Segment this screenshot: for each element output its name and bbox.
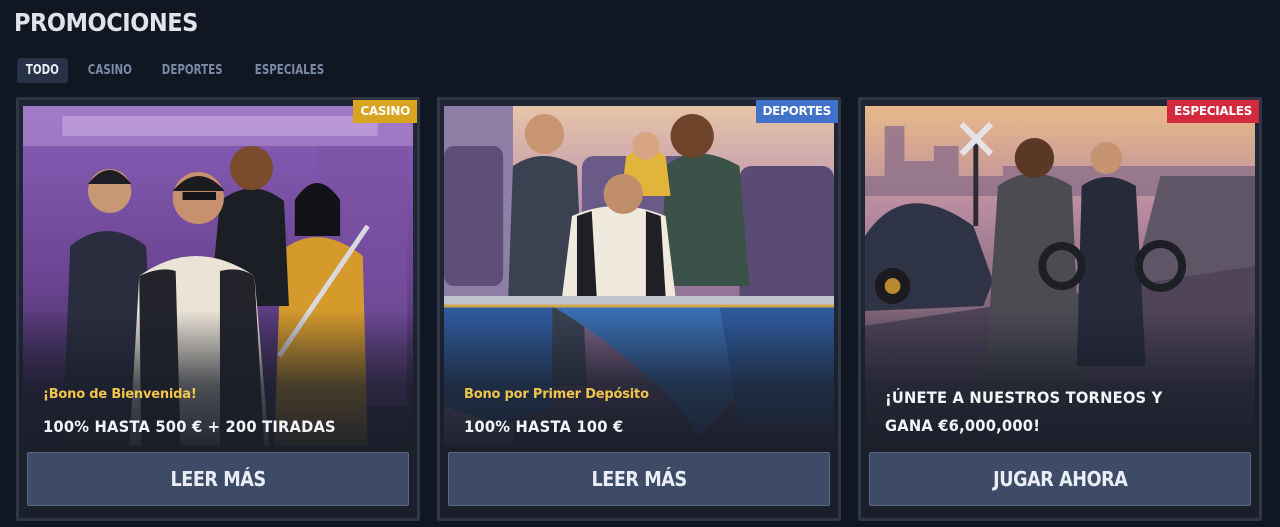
tab-todo[interactable]: TODO <box>17 58 68 83</box>
filter-tabs: TODO CASINO DEPORTES ESPECIALES <box>17 58 345 83</box>
category-badge: ESPECIALES <box>1167 100 1259 123</box>
button-label: LEER MÁS <box>170 467 266 491</box>
category-badge: CASINO <box>353 100 417 123</box>
tab-casino[interactable]: CASINO <box>79 58 141 83</box>
promo-label: ¡Bono de Bienvenida! <box>43 387 197 402</box>
promo-title: 100% HASTA 100 € <box>464 417 624 436</box>
tab-deportes[interactable]: DEPORTES <box>153 58 231 83</box>
page-title: PROMOCIONES <box>14 8 198 37</box>
button-label: LEER MÁS <box>591 467 687 491</box>
read-more-button[interactable]: LEER MÁS <box>448 452 830 506</box>
promo-label: Bono por Primer Depósito <box>464 387 649 402</box>
tab-especiales[interactable]: ESPECIALES <box>246 58 333 83</box>
promo-title: 100% HASTA 500 € + 200 TIRADAS <box>43 417 336 436</box>
read-more-button[interactable]: LEER MÁS <box>27 452 409 506</box>
play-now-button[interactable]: JUGAR AHORA <box>869 452 1251 506</box>
promo-card-especiales: ESPECIALES ¡ÚNETE A NUESTROS TORNEOS Y G… <box>858 97 1262 521</box>
promo-card-deportes: DEPORTES Bono por Primer Depósito 100% H… <box>437 97 841 521</box>
category-badge: DEPORTES <box>755 100 838 123</box>
button-label: JUGAR AHORA <box>992 467 1128 491</box>
promo-card-casino: CASINO ¡Bono de Bienvenida! 100% HASTA 5… <box>16 97 420 521</box>
promo-title: ¡ÚNETE A NUESTROS TORNEOS Y GANA €6,000,… <box>885 388 1163 435</box>
